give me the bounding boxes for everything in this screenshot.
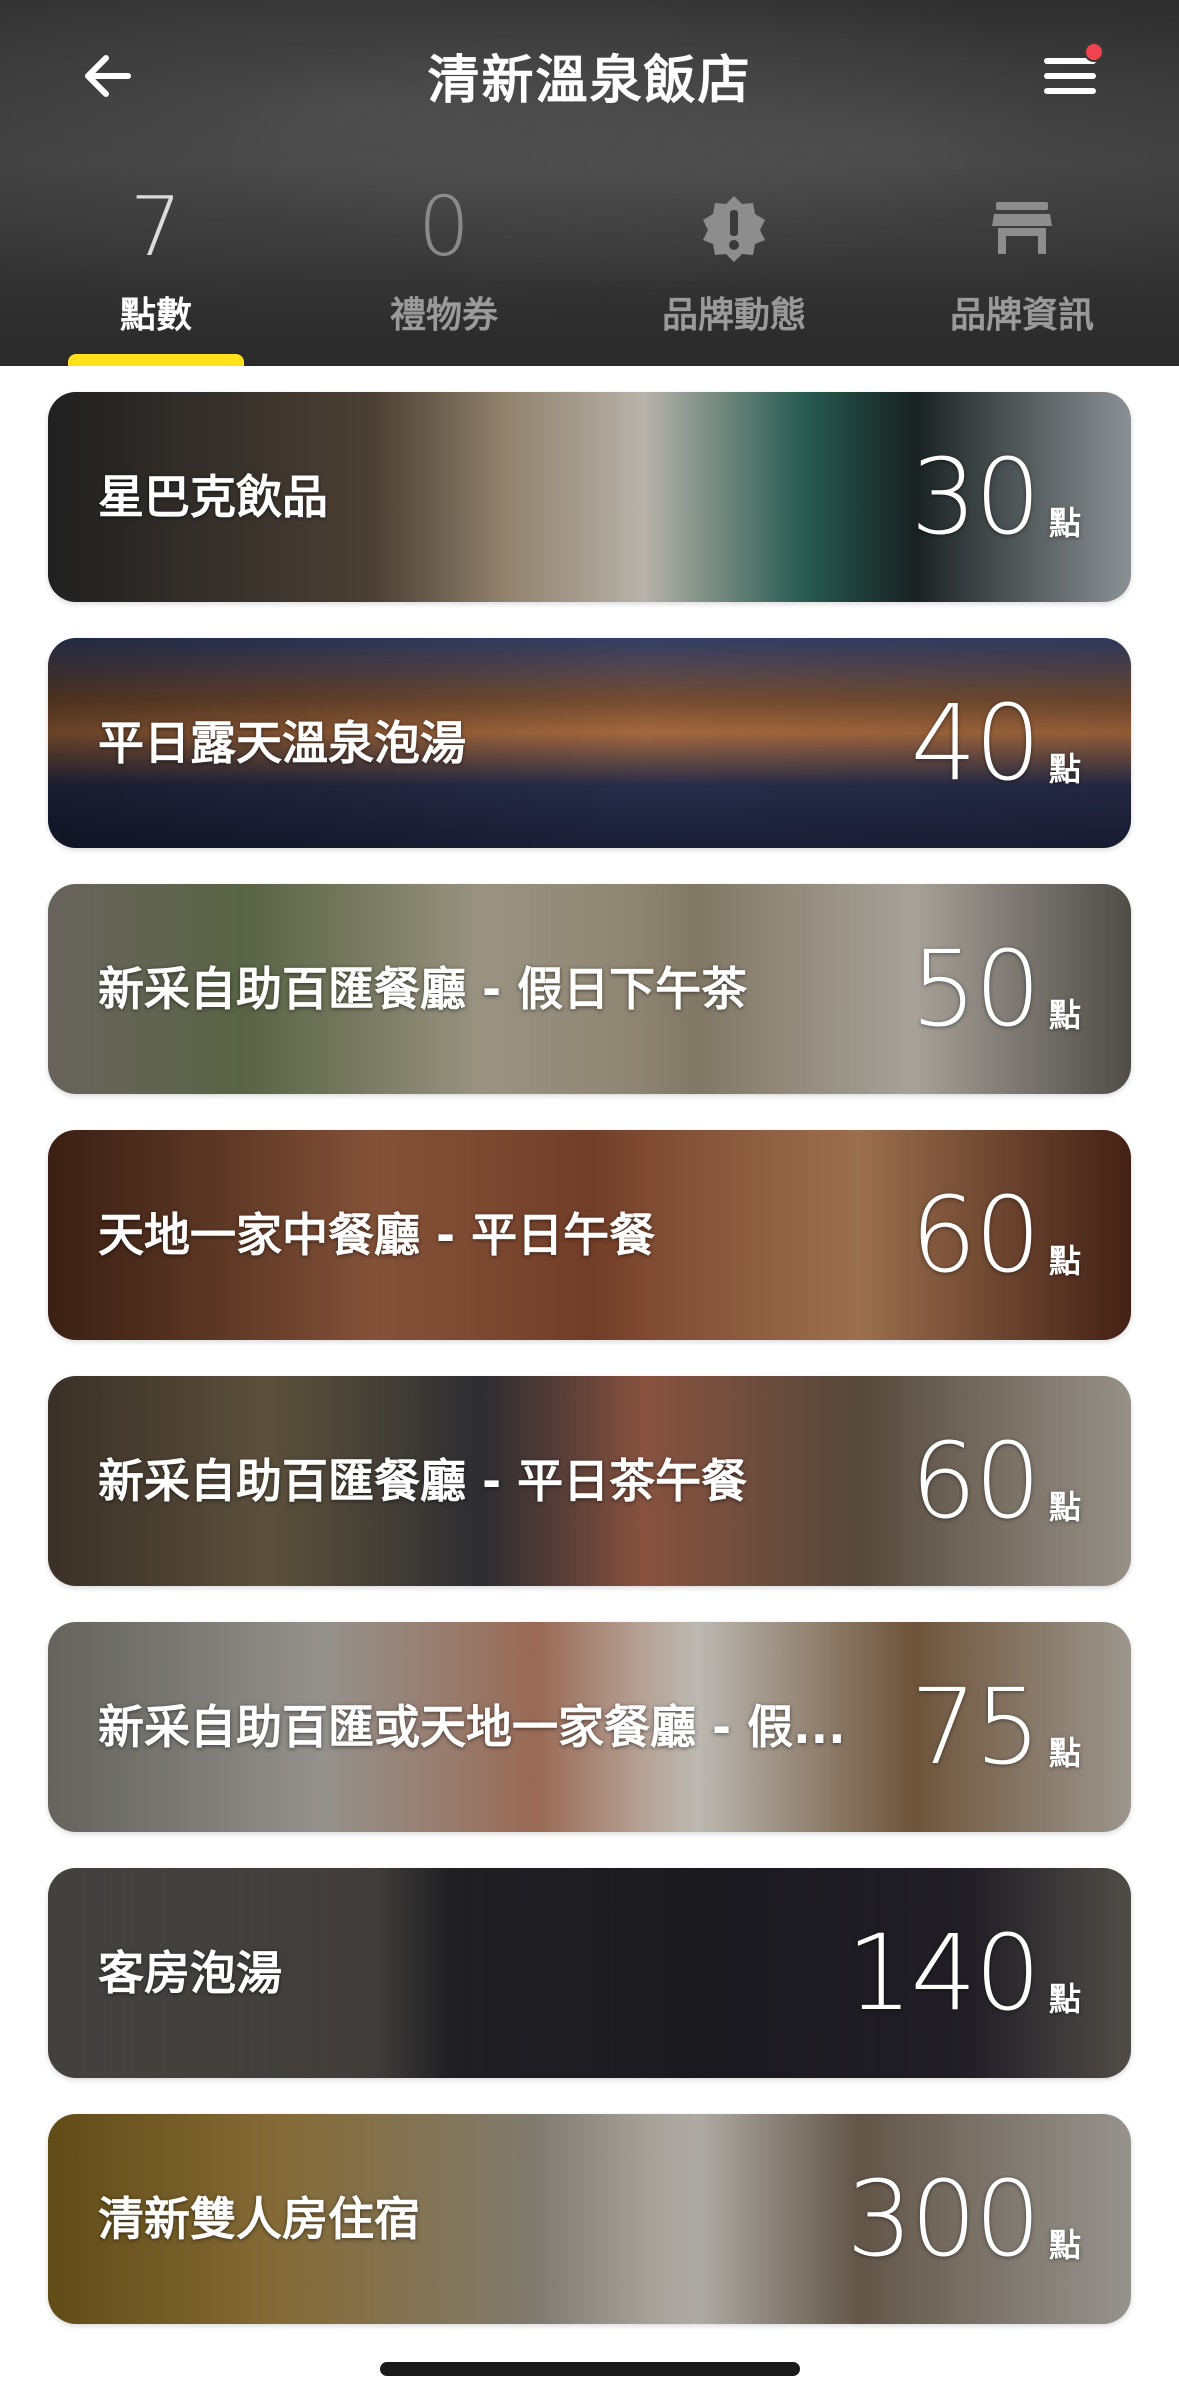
page-title: 清新溫泉飯店 [427, 51, 752, 111]
reward-points-value: 40 [910, 682, 1041, 804]
reward-card[interactable]: 客房泡湯 140 點 [48, 1868, 1131, 2078]
reward-points: 60 點 [911, 1376, 1081, 1586]
reward-points-unit: 點 [1048, 996, 1081, 1034]
tab-brand-info-label: 品牌資訊 [949, 295, 1094, 336]
voucher-count: 0 [417, 180, 471, 275]
reward-name: 平日露天溫泉泡湯 [98, 716, 466, 770]
reward-card[interactable]: 新采自助百匯餐廳 - 平日茶午餐 60 點 [48, 1376, 1131, 1586]
reward-points-value: 300 [846, 2158, 1041, 2280]
notification-badge [1084, 42, 1104, 62]
app-header: 清新溫泉飯店 7 點數 0 禮物券 品牌動態 品牌資訊 [0, 0, 1179, 366]
reward-points-unit: 點 [1048, 504, 1081, 542]
reward-points-value: 50 [910, 928, 1041, 1050]
reward-name: 新采自助百匯餐廳 - 假日下午茶 [98, 962, 748, 1016]
reward-points: 60 點 [911, 1130, 1081, 1340]
reward-points-value: 140 [846, 1912, 1041, 2034]
active-tab-indicator [68, 354, 244, 366]
reward-points: 40 點 [911, 638, 1081, 848]
reward-card[interactable]: 平日露天溫泉泡湯 40 點 [48, 638, 1131, 848]
reward-card[interactable]: 新采自助百匯餐廳 - 假日下午茶 50 點 [48, 884, 1131, 1094]
tab-brand-info[interactable]: 品牌資訊 [892, 180, 1152, 366]
tab-brand-news[interactable]: 品牌動態 [604, 180, 864, 366]
reward-points-value: 60 [910, 1420, 1041, 1542]
reward-name: 新采自助百匯或天地一家餐廳 - 假... [98, 1700, 846, 1754]
tab-gift-vouchers-label: 禮物券 [389, 295, 498, 336]
reward-name: 清新雙人房住宿 [98, 2192, 420, 2246]
reward-card[interactable]: 星巴克飲品 30 點 [48, 392, 1131, 602]
reward-points-value: 75 [910, 1666, 1041, 1788]
reward-points-unit: 點 [1048, 750, 1081, 788]
tab-points-label: 點數 [119, 295, 192, 336]
tab-bar: 7 點數 0 禮物券 品牌動態 品牌資訊 [0, 180, 1179, 366]
reward-points-unit: 點 [1048, 1488, 1081, 1526]
reward-name: 客房泡湯 [98, 1946, 282, 2000]
tab-points[interactable]: 7 點數 [26, 180, 286, 366]
reward-points: 75 點 [911, 1622, 1081, 1832]
reward-points-unit: 點 [1048, 1242, 1081, 1280]
reward-points-unit: 點 [1048, 1734, 1081, 1772]
reward-points-unit: 點 [1048, 2226, 1081, 2264]
reward-name: 新采自助百匯餐廳 - 平日茶午餐 [98, 1454, 748, 1508]
reward-points-value: 60 [910, 1174, 1041, 1296]
store-icon [992, 202, 1052, 254]
reward-list: 星巴克飲品 30 點 平日露天溫泉泡湯 40 點 新采自助百匯餐廳 - 假日下午… [48, 392, 1131, 2360]
reward-card[interactable]: 清新雙人房住宿 300 點 [48, 2114, 1131, 2324]
alert-badge-icon [703, 196, 765, 262]
reward-name: 天地一家中餐廳 - 平日午餐 [98, 1208, 656, 1262]
tab-gift-vouchers[interactable]: 0 禮物券 [314, 180, 574, 366]
tab-brand-news-label: 品牌動態 [661, 295, 806, 336]
reward-name: 星巴克飲品 [98, 470, 328, 524]
reward-points: 300 點 [846, 2114, 1081, 2324]
reward-points: 50 點 [911, 884, 1081, 1094]
reward-points: 140 點 [846, 1868, 1081, 2078]
reward-points-unit: 點 [1048, 1980, 1081, 2018]
reward-points: 30 點 [911, 392, 1081, 602]
reward-points-value: 30 [910, 436, 1041, 558]
reward-card[interactable]: 天地一家中餐廳 - 平日午餐 60 點 [48, 1130, 1131, 1340]
home-indicator[interactable] [380, 2362, 800, 2376]
points-count: 7 [129, 180, 183, 275]
reward-card[interactable]: 新采自助百匯或天地一家餐廳 - 假... 75 點 [48, 1622, 1131, 1832]
